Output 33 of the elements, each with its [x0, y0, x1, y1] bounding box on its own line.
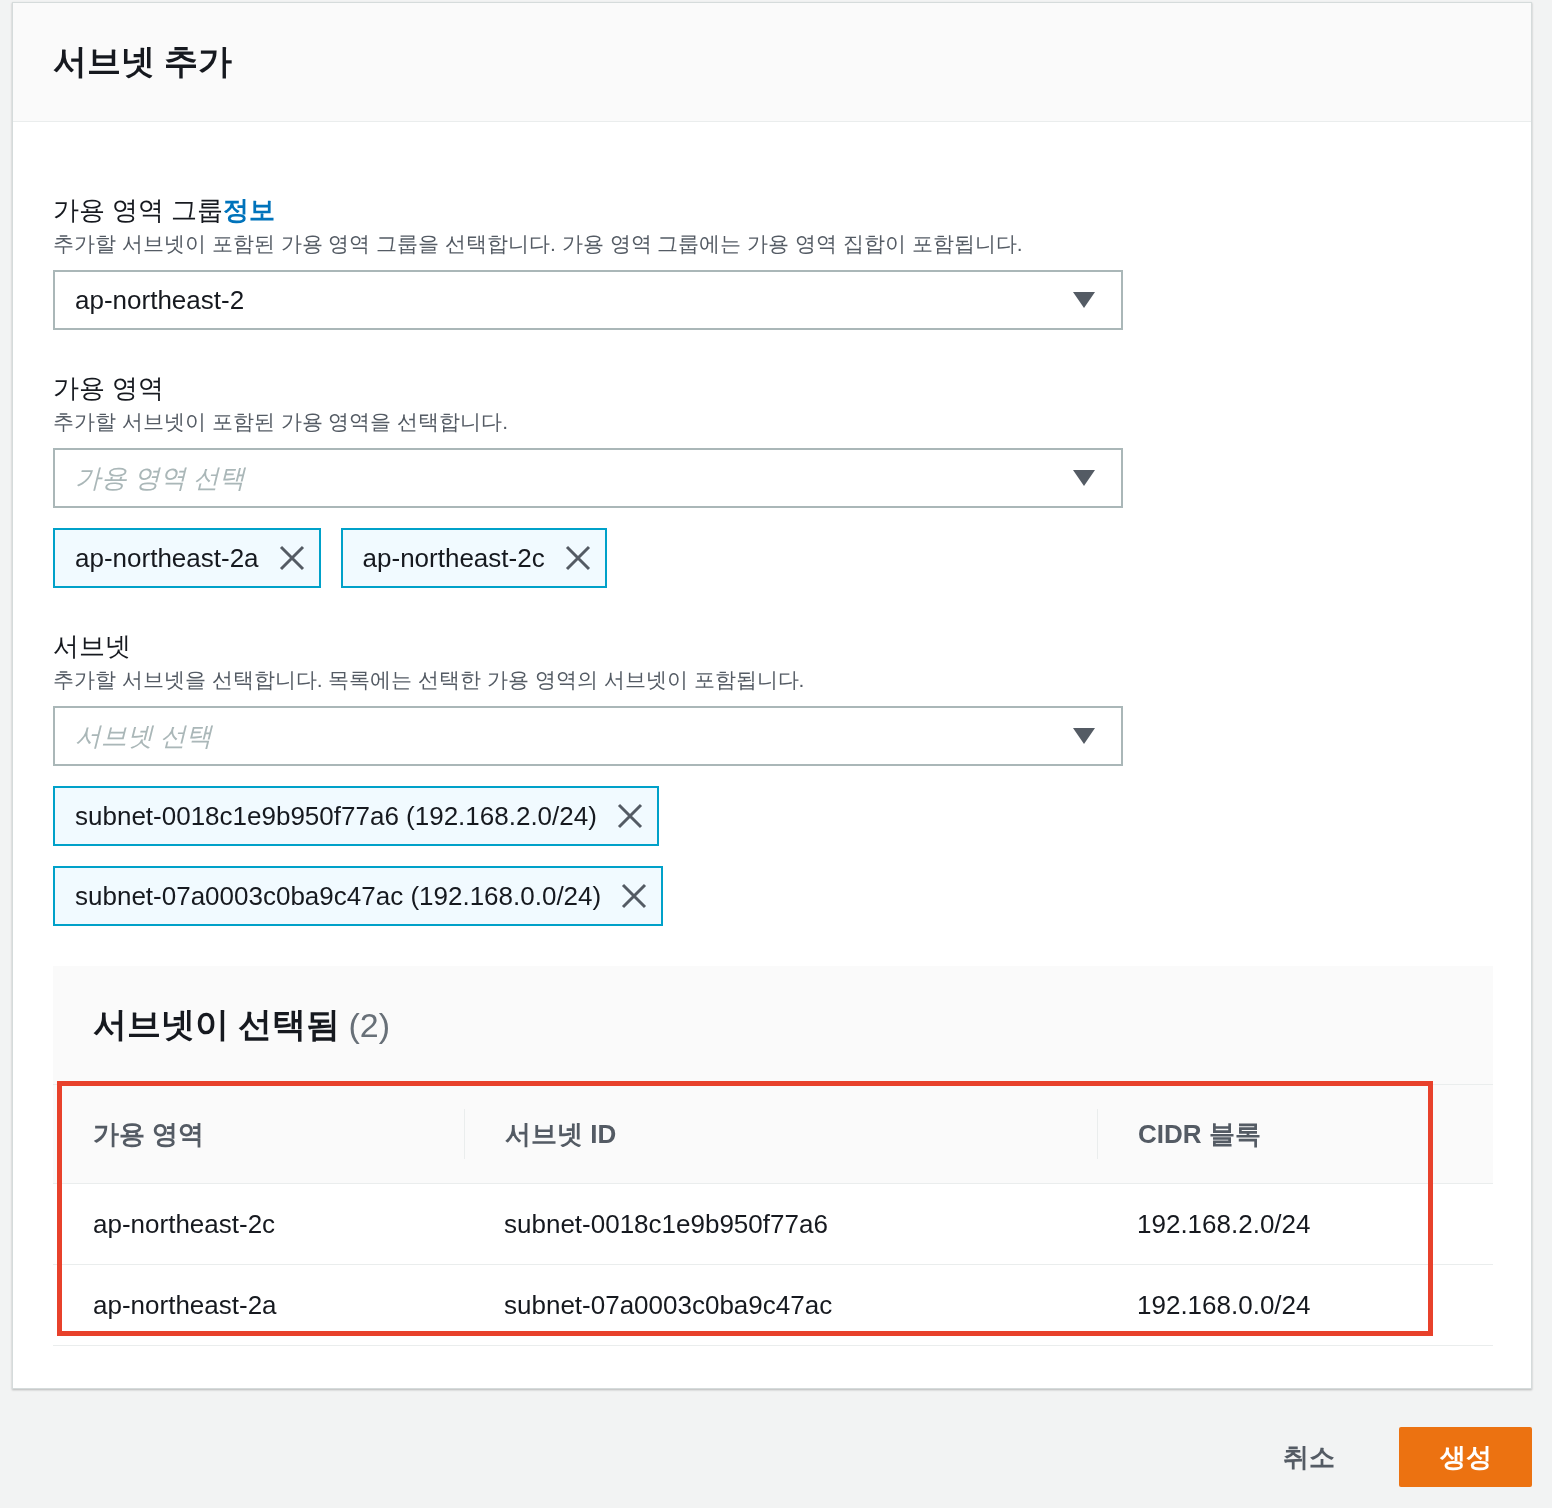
- cancel-button[interactable]: 취소: [1259, 1429, 1359, 1485]
- info-link[interactable]: 정보: [223, 195, 276, 225]
- column-header: 가용 영역: [93, 1117, 205, 1151]
- field-description: 추가할 서브넷이 포함된 가용 영역 그룹을 선택합니다. 가용 영역 그룹에는 가용 영역 집합이 포함됩니다.: [53, 231, 1024, 257]
- column-header: 서브넷 ID: [505, 1117, 617, 1151]
- close-icon[interactable]: [564, 545, 591, 571]
- field-label: 가용 영역 그룹: [53, 195, 224, 225]
- token-label: ap-northeast-2c: [362, 542, 545, 574]
- select-field[interactable]: ap-northeast-2: [53, 270, 1123, 330]
- caret-icon: [1073, 728, 1095, 744]
- token-label: ap-northeast-2a: [75, 542, 259, 574]
- table-cell: ap-northeast-2a: [93, 1289, 277, 1320]
- table-cell: 192.168.2.0/24: [1137, 1208, 1311, 1239]
- close-icon[interactable]: [621, 883, 648, 909]
- field-label: 가용 영역: [53, 373, 165, 403]
- create-button[interactable]: 생성: [1399, 1427, 1532, 1487]
- table-cell: subnet-07a0003c0ba9c47ac: [504, 1289, 833, 1320]
- token-label: subnet-0018c1e9b950f77a6 (192.168.2.0/24): [75, 800, 597, 832]
- panel-title: 서브넷 추가: [53, 41, 233, 82]
- token-label: subnet-07a0003c0ba9c47ac (192.168.0.0/24): [75, 880, 602, 912]
- table-cell: subnet-0018c1e9b950f77a6: [504, 1208, 828, 1239]
- close-icon[interactable]: [278, 545, 305, 571]
- caret-icon: [1073, 292, 1095, 308]
- table-title: 서브넷이 선택됨: [93, 1004, 341, 1045]
- table-cell: ap-northeast-2c: [93, 1208, 276, 1239]
- item-count: (2): [348, 1005, 390, 1045]
- field-description: 추가할 서브넷이 포함된 가용 영역을 선택합니다.: [53, 409, 509, 435]
- caret-icon: [1073, 470, 1095, 486]
- close-icon[interactable]: [616, 803, 643, 829]
- table-cell: 192.168.0.0/24: [1137, 1289, 1311, 1320]
- field-label: 서브넷: [53, 631, 131, 661]
- field-description: 추가할 서브넷을 선택합니다. 목록에는 선택한 가용 영역의 서브넷이 포함됩니다.: [53, 667, 806, 693]
- column-header: CIDR 블록: [1138, 1117, 1261, 1151]
